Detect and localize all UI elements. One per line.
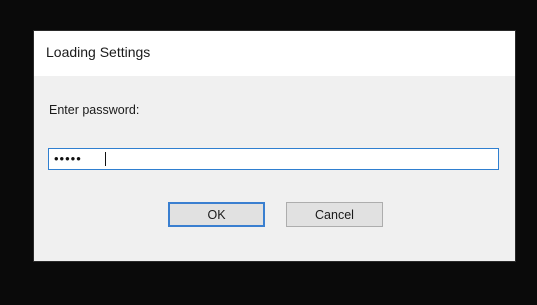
text-caret: [105, 152, 106, 166]
dialog-title: Loading Settings: [46, 44, 151, 60]
password-mask-text: •••••: [54, 151, 82, 166]
cancel-button[interactable]: Cancel: [286, 202, 383, 227]
password-input[interactable]: •••••: [48, 148, 499, 170]
screen-background: Loading Settings Enter password: ••••• O…: [0, 0, 537, 305]
ok-button[interactable]: OK: [168, 202, 265, 227]
password-dialog: Loading Settings Enter password: ••••• O…: [34, 31, 515, 261]
title-bar: Loading Settings: [34, 31, 515, 76]
password-prompt-label: Enter password:: [49, 103, 140, 117]
